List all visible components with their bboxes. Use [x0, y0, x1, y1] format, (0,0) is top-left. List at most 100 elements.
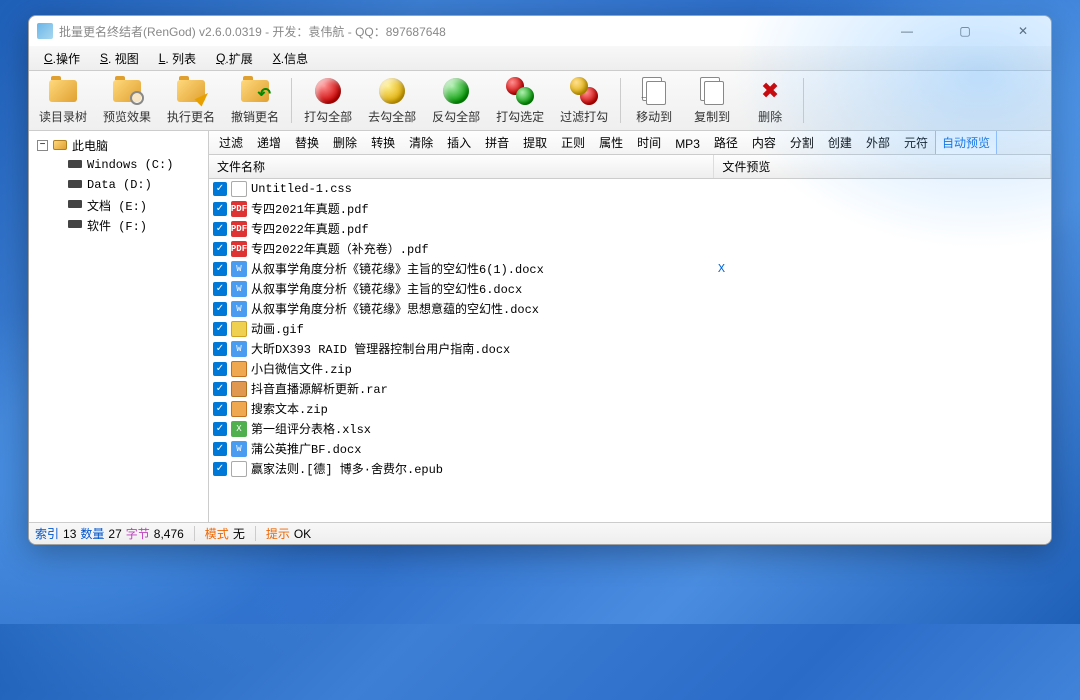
folder-tree-icon — [49, 80, 77, 102]
red-sphere-icon — [315, 78, 341, 104]
tab[interactable]: 自动预览 — [935, 131, 997, 154]
status-mode-label: 模式 — [205, 525, 229, 542]
file-pdf-icon: PDF — [231, 221, 247, 237]
checkbox-icon[interactable]: ✓ — [213, 342, 227, 356]
file-xlsx-icon: X — [231, 421, 247, 437]
menu-view[interactable]: S. 视图 — [90, 46, 149, 70]
file-row[interactable]: ✓Untitled-1.css — [209, 179, 1051, 199]
checkbox-icon[interactable]: ✓ — [213, 462, 227, 476]
checkbox-icon[interactable]: ✓ — [213, 402, 227, 416]
preview-button[interactable]: 预览效果 — [95, 74, 159, 127]
menu-operate[interactable]: C.操作 — [34, 46, 90, 70]
file-row[interactable]: ✓W蒲公英推广BF.docx — [209, 439, 1051, 459]
file-name: 赢家法则.[德] 博多·舍费尔.epub — [251, 463, 443, 477]
tree-drive[interactable]: 文档 (E:) — [33, 195, 204, 215]
file-rar-icon — [231, 381, 247, 397]
tree-root[interactable]: − 此电脑 — [33, 135, 204, 155]
minimize-button[interactable]: — — [887, 17, 927, 45]
file-row[interactable]: ✓W大昕DX393 RAID 管理器控制台用户指南.docx — [209, 339, 1051, 359]
tab[interactable]: 转换 — [364, 131, 402, 154]
file-row[interactable]: ✓小白微信文件.zip — [209, 359, 1051, 379]
tab[interactable]: 提取 — [516, 131, 554, 154]
tab[interactable]: 元符 — [897, 131, 935, 154]
file-row[interactable]: ✓X第一组评分表格.xlsx — [209, 419, 1051, 439]
tab[interactable]: 替换 — [288, 131, 326, 154]
undo-rename-button[interactable]: ↶ 撤销更名 — [223, 74, 287, 127]
file-row[interactable]: ✓W从叙事学角度分析《镜花缘》思想意蕴的空幻性.docx — [209, 299, 1051, 319]
checkbox-icon[interactable]: ✓ — [213, 202, 227, 216]
file-row[interactable]: ✓PDF专四2022年真题（补充卷）.pdf — [209, 239, 1051, 259]
invert-check-button[interactable]: 反勾全部 — [424, 74, 488, 127]
menu-list[interactable]: L. 列表 — [149, 46, 206, 70]
tab[interactable]: 属性 — [592, 131, 630, 154]
file-preview-cell — [714, 459, 1051, 479]
read-tree-button[interactable]: 读目录树 — [31, 74, 95, 127]
toolbar-separator — [803, 78, 804, 123]
move-to-button[interactable]: → 移动到 — [625, 74, 683, 127]
filter-check-button[interactable]: 过滤打勾 — [552, 74, 616, 127]
file-row[interactable]: ✓W从叙事学角度分析《镜花缘》主旨的空幻性6.docx — [209, 279, 1051, 299]
uncheck-all-button[interactable]: 去勾全部 — [360, 74, 424, 127]
checkbox-icon[interactable]: ✓ — [213, 282, 227, 296]
checkbox-icon[interactable]: ✓ — [213, 322, 227, 336]
copy-to-button[interactable]: 复制到 — [683, 74, 741, 127]
checkbox-icon[interactable]: ✓ — [213, 262, 227, 276]
tree-drive[interactable]: 软件 (F:) — [33, 215, 204, 235]
file-row[interactable]: ✓W从叙事学角度分析《镜花缘》主旨的空幻性6(1).docxX — [209, 259, 1051, 279]
tab[interactable]: 时间 — [630, 131, 668, 154]
file-preview-cell — [714, 299, 1051, 319]
status-count-value: 27 — [108, 527, 121, 541]
file-row[interactable]: ✓PDF专四2022年真题.pdf — [209, 219, 1051, 239]
file-row[interactable]: ✓搜索文本.zip — [209, 399, 1051, 419]
tab[interactable]: 正则 — [554, 131, 592, 154]
tab[interactable]: 插入 — [440, 131, 478, 154]
delete-x-icon — [758, 79, 782, 103]
column-preview[interactable]: 文件预览 — [714, 155, 1051, 179]
file-pdf-icon: PDF — [231, 201, 247, 217]
menu-extend[interactable]: Q.扩展 — [206, 46, 263, 70]
tab[interactable]: 过滤 — [212, 131, 250, 154]
tab[interactable]: 清除 — [402, 131, 440, 154]
tab[interactable]: 分割 — [783, 131, 821, 154]
tab[interactable]: 路径 — [707, 131, 745, 154]
tree-drive[interactable]: Windows (C:) — [33, 155, 204, 175]
tab[interactable]: 拼音 — [478, 131, 516, 154]
close-button[interactable]: ✕ — [1003, 17, 1043, 45]
delete-button[interactable]: 删除 — [741, 74, 799, 127]
maximize-button[interactable]: ▢ — [945, 17, 985, 45]
tab[interactable]: 外部 — [859, 131, 897, 154]
file-row[interactable]: ✓ 赢家法则.[德] 博多·舍费尔.epub — [209, 459, 1051, 479]
file-name: 蒲公英推广BF.docx — [251, 443, 361, 457]
tab[interactable]: MP3 — [668, 133, 707, 154]
status-bytes-label: 字节 — [126, 525, 150, 542]
app-window: 批量更名终结者(RenGod) v2.6.0.0319 - 开发：袁伟航 - Q… — [28, 15, 1052, 545]
execute-rename-button[interactable]: 执行更名 — [159, 74, 223, 127]
tab[interactable]: 删除 — [326, 131, 364, 154]
folder-tree: − 此电脑 Windows (C:)Data (D:)文档 (E:)软件 (F:… — [29, 131, 209, 522]
file-preview-cell — [714, 239, 1051, 259]
column-filename[interactable]: 文件名称 — [209, 155, 714, 179]
checkbox-icon[interactable]: ✓ — [213, 302, 227, 316]
folder-search-icon — [113, 80, 141, 102]
file-table-area: 文件名称 文件预览 ✓Untitled-1.css✓PDF专四2021年真题.p… — [209, 155, 1051, 522]
checkbox-icon[interactable]: ✓ — [213, 422, 227, 436]
checkbox-icon[interactable]: ✓ — [213, 442, 227, 456]
file-row[interactable]: ✓动画.gif — [209, 319, 1051, 339]
checkbox-icon[interactable]: ✓ — [213, 182, 227, 196]
status-count-label: 数量 — [80, 525, 104, 542]
file-row[interactable]: ✓PDF专四2021年真题.pdf — [209, 199, 1051, 219]
check-selected-button[interactable]: 打勾选定 — [488, 74, 552, 127]
tree-drive[interactable]: Data (D:) — [33, 175, 204, 195]
tab[interactable]: 内容 — [745, 131, 783, 154]
checkbox-icon[interactable]: ✓ — [213, 362, 227, 376]
file-row[interactable]: ✓抖音直播源解析更新.rar — [209, 379, 1051, 399]
checkbox-icon[interactable]: ✓ — [213, 222, 227, 236]
tab[interactable]: 递增 — [250, 131, 288, 154]
check-all-button[interactable]: 打勾全部 — [296, 74, 360, 127]
menu-info[interactable]: X.信息 — [263, 46, 318, 70]
file-name: 专四2022年真题（补充卷）.pdf — [251, 243, 429, 257]
checkbox-icon[interactable]: ✓ — [213, 382, 227, 396]
checkbox-icon[interactable]: ✓ — [213, 242, 227, 256]
tab[interactable]: 创建 — [821, 131, 859, 154]
collapse-icon[interactable]: − — [37, 140, 48, 151]
